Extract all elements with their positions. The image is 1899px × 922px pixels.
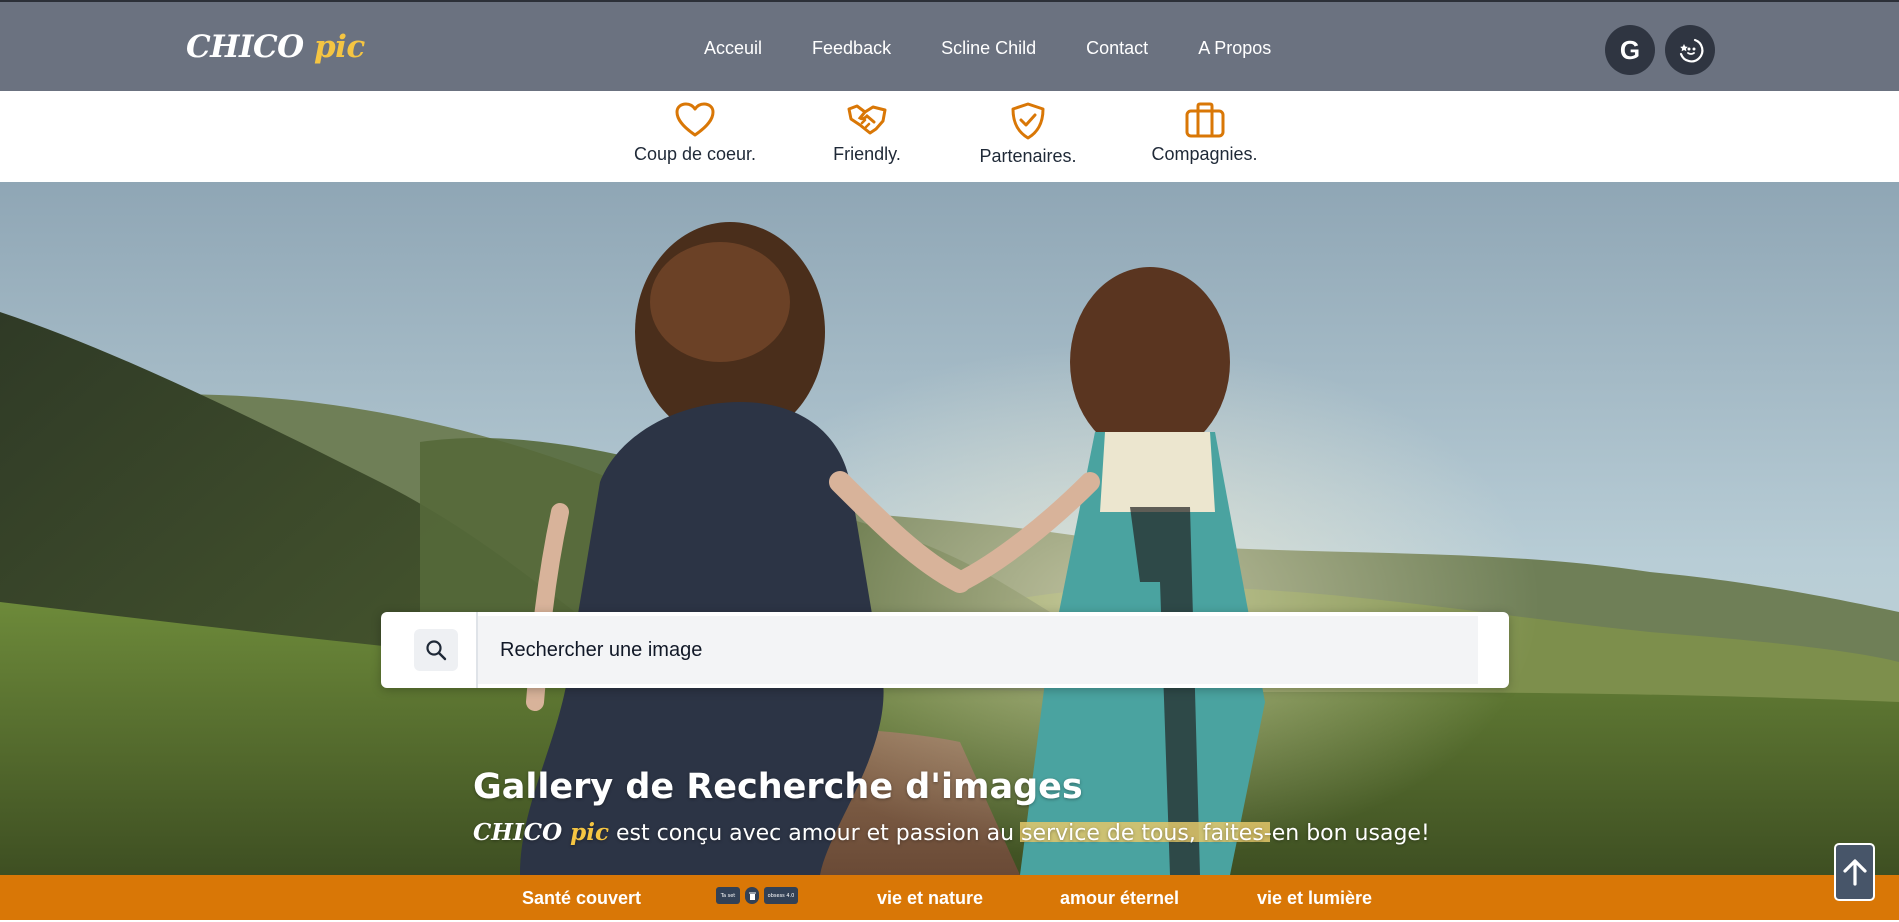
top-navbar: CHICO pic Acceuil Feedback Scline Child … bbox=[0, 0, 1899, 91]
category-friendly[interactable]: Friendly. bbox=[826, 101, 908, 165]
category-label: Coup de coeur. bbox=[633, 144, 757, 164]
hero-tagline: CHICO pic est conçu avec amour et passio… bbox=[473, 819, 1430, 846]
trash-icon bbox=[748, 892, 756, 900]
brand-name: CHICO bbox=[186, 29, 304, 65]
search-icon bbox=[426, 640, 447, 661]
handshake-icon bbox=[847, 104, 887, 135]
category-label: Partenaires. bbox=[979, 146, 1077, 166]
hero-title: Gallery de Recherche d'images bbox=[473, 767, 1083, 807]
mini-badge: Ta set bbox=[716, 887, 740, 904]
nav-link-scline-child[interactable]: Scline Child bbox=[941, 38, 1036, 59]
theme-toggle-button[interactable] bbox=[1665, 25, 1715, 75]
main-nav: Acceuil Feedback Scline Child Contact A … bbox=[704, 38, 1321, 59]
category-coup-de-coeur[interactable]: Coup de coeur. bbox=[633, 101, 757, 165]
arrow-up-icon bbox=[1842, 859, 1867, 886]
nav-link-acceuil[interactable]: Acceuil bbox=[704, 38, 762, 59]
strip-item-vie-et-nature[interactable]: vie et nature bbox=[877, 888, 983, 909]
strip-item-vie-et-lumiere[interactable]: vie et lumière bbox=[1257, 888, 1372, 909]
mini-badge: obsess 4.0 bbox=[764, 887, 798, 904]
tagline-text: est conçu avec amour et passion au servi… bbox=[608, 821, 1430, 846]
tag-strip: Santé couvert Ta set obsess 4.0 vie et n… bbox=[0, 875, 1899, 920]
category-compagnies[interactable]: Compagnies. bbox=[1151, 101, 1258, 165]
briefcase-icon bbox=[1185, 102, 1224, 138]
category-label: Friendly. bbox=[833, 144, 901, 164]
nav-link-feedback[interactable]: Feedback bbox=[812, 38, 891, 59]
mini-circle-badge bbox=[745, 887, 759, 904]
category-bar: Coup de coeur. Friendly. Partenaires. Co… bbox=[0, 91, 1899, 182]
category-label: Compagnies. bbox=[1151, 144, 1258, 164]
tagline-brand: CHICO pic bbox=[473, 819, 609, 846]
google-icon: G bbox=[1619, 34, 1641, 65]
heart-icon bbox=[675, 102, 715, 137]
search-bar bbox=[381, 612, 1509, 688]
theme-moon-icon bbox=[1679, 38, 1704, 63]
category-partenaires[interactable]: Partenaires. bbox=[979, 101, 1077, 167]
nav-link-contact[interactable]: Contact bbox=[1086, 38, 1148, 59]
search-input[interactable] bbox=[478, 616, 1478, 684]
strip-item-amour-eternel[interactable]: amour éternel bbox=[1060, 888, 1179, 909]
nav-link-a-propos[interactable]: A Propos bbox=[1198, 38, 1271, 59]
scroll-to-top-button[interactable] bbox=[1834, 843, 1875, 901]
search-button[interactable] bbox=[414, 629, 458, 671]
strip-item-sante-couvert[interactable]: Santé couvert bbox=[522, 888, 641, 909]
brand-logo[interactable]: CHICO pic bbox=[186, 29, 365, 65]
shield-check-icon bbox=[1011, 102, 1045, 140]
google-button[interactable]: G bbox=[1605, 25, 1655, 75]
brand-accent: pic bbox=[313, 29, 365, 65]
hero-banner: Gallery de Recherche d'images CHICO pic … bbox=[0, 182, 1899, 875]
